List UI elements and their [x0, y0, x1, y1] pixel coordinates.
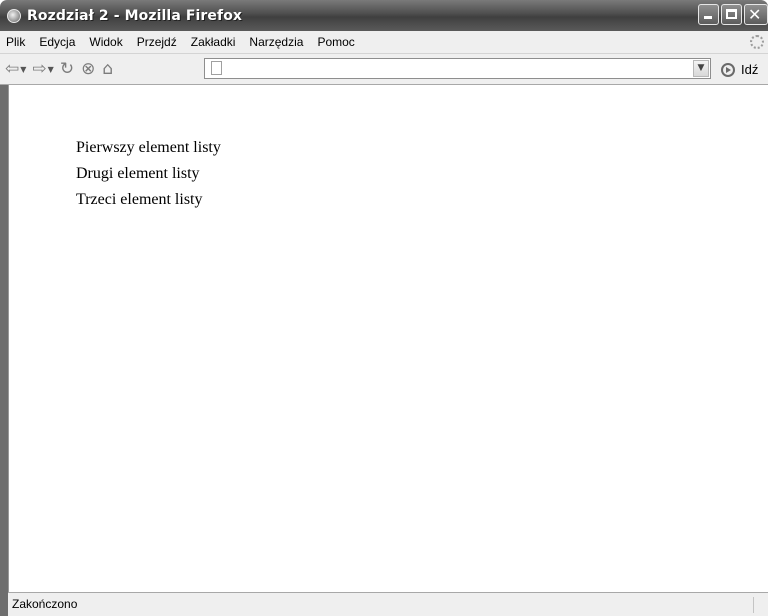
firefox-icon — [7, 8, 21, 23]
forward-arrow-icon: ⇨ — [32, 59, 47, 79]
title-bar[interactable]: Rozdział 2 - Mozilla Firefox ✕ — [0, 0, 768, 31]
stop-icon: ⊗ — [81, 59, 96, 79]
go-icon[interactable] — [721, 63, 735, 77]
menu-item-widok[interactable]: Widok — [82, 35, 129, 49]
url-dropdown-icon[interactable]: ▼ — [693, 60, 709, 77]
page-icon — [211, 61, 222, 75]
menu-item-plik[interactable]: Plik — [0, 35, 32, 49]
close-icon: ✕ — [748, 5, 762, 24]
throbber-icon — [750, 35, 764, 49]
list-item: Trzeci element listy — [76, 191, 203, 208]
menu-item-narzedzia[interactable]: Narzędzia — [242, 35, 310, 49]
menu-bar: Plik Edycja Widok Przejdź Zakładki Narzę… — [0, 31, 768, 54]
page-content: Pierwszy element listy Drugi element lis… — [8, 85, 768, 592]
status-bar: Zakończono — [8, 592, 768, 616]
close-button[interactable]: ✕ — [744, 4, 768, 25]
maximize-button[interactable] — [721, 4, 742, 25]
menu-item-przejdz[interactable]: Przejdź — [130, 35, 184, 49]
home-button[interactable]: ⌂ — [102, 57, 113, 81]
maximize-icon — [726, 9, 737, 19]
forward-button[interactable]: ⇨ — [32, 57, 46, 81]
minimize-icon — [704, 16, 712, 19]
list-item: Drugi element listy — [76, 165, 200, 182]
document-list: Pierwszy element listy Drugi element lis… — [76, 135, 221, 213]
window-title: Rozdział 2 - Mozilla Firefox — [27, 7, 243, 24]
go-button-label[interactable]: Idź — [741, 62, 758, 77]
menu-item-pomoc[interactable]: Pomoc — [310, 35, 361, 49]
window-frame-left — [0, 85, 8, 616]
url-bar[interactable]: ▼ — [204, 58, 711, 80]
minimize-button[interactable] — [698, 4, 719, 25]
back-dropdown-icon[interactable]: ▼ — [20, 65, 26, 74]
resize-grip-icon[interactable] — [753, 597, 766, 613]
reload-button[interactable]: ↻ — [60, 57, 74, 81]
url-input[interactable] — [227, 59, 691, 80]
reload-icon: ↻ — [59, 59, 75, 79]
stop-button[interactable]: ⊗ — [81, 57, 95, 81]
window-controls: ✕ — [698, 4, 768, 25]
forward-dropdown-icon[interactable]: ▼ — [48, 65, 54, 74]
navigation-toolbar: ⇦ ▼ ⇨ ▼ ↻ ⊗ ⌂ ▼ Idź — [0, 54, 768, 85]
home-icon: ⌂ — [102, 59, 114, 79]
menu-item-zakladki[interactable]: Zakładki — [184, 35, 243, 49]
browser-window: Rozdział 2 - Mozilla Firefox ✕ Plik Edyc… — [0, 0, 768, 616]
back-button[interactable]: ⇦ — [5, 57, 19, 81]
back-arrow-icon: ⇦ — [5, 59, 20, 79]
status-text: Zakończono — [12, 597, 78, 611]
list-item: Pierwszy element listy — [76, 139, 221, 156]
menu-item-edycja[interactable]: Edycja — [32, 35, 82, 49]
